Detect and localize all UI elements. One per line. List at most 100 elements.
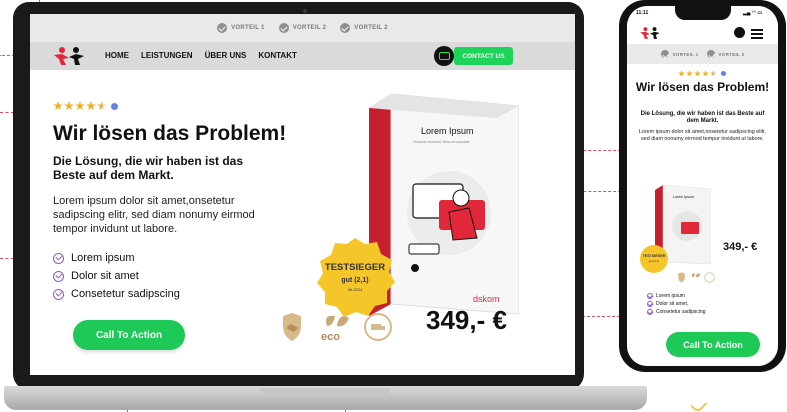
benefit-item: VORTEIL 2 — [706, 50, 745, 58]
benefits-bar: VORTEIL 1 VORTEIL 2 VORTEIL 2 — [30, 14, 575, 42]
benefits-bar: VORTEIL 1 VORTEIL 2 — [627, 44, 778, 64]
logo-icon[interactable] — [52, 46, 86, 66]
decorative-check-icon — [690, 396, 708, 412]
check-icon — [647, 301, 653, 307]
check-icon — [647, 293, 653, 299]
list-item-label: Dolor sit amet — [71, 270, 139, 282]
hero-subtitle: Die Lösung, die wir haben ist das Beste … — [53, 154, 244, 182]
product-name: Lorem Ipsum — [673, 195, 694, 199]
list-item: Consetetur sadipscing — [53, 288, 180, 300]
benefit-item: VORTEIL 1 — [660, 50, 699, 58]
camera-dot — [303, 9, 307, 13]
eco-icon: eco — [321, 315, 349, 342]
call-to-action-button[interactable]: Call To Action — [73, 320, 185, 350]
seal-grade: gut (2,1) — [341, 277, 368, 284]
list-item-label: Consetetur sadipscing — [656, 309, 706, 315]
list-item: Lorem ipsum — [647, 293, 705, 299]
hero-title: Wir lösen das Problem! — [53, 122, 287, 145]
phone-nav — [627, 22, 778, 44]
star-icon — [75, 101, 85, 111]
annotation-line — [0, 258, 14, 259]
feature-list: Lorem ipsum Dolor sit amet, Consetetur s… — [647, 293, 705, 317]
check-icon — [647, 309, 653, 315]
star-icon — [694, 70, 701, 77]
free-shipping-icon — [364, 313, 392, 341]
star-icon — [53, 101, 63, 111]
check-icon — [706, 50, 715, 58]
contact-us-button[interactable]: CONTACT US — [454, 47, 513, 65]
list-item: Dolor sit amet — [53, 270, 180, 282]
check-icon — [53, 288, 64, 300]
benefit-label: VORTEIL 2 — [718, 51, 745, 57]
star-icon — [86, 101, 96, 111]
rating-stars — [53, 101, 118, 111]
benefit-label: VORTEIL 1 — [672, 51, 699, 57]
benefit-item: VORTEIL 2 — [340, 23, 388, 33]
mail-icon[interactable] — [734, 27, 745, 38]
seal-grade: gut (2,1) — [649, 259, 659, 263]
benefit-label: VORTEIL 2 — [292, 25, 327, 31]
star-icon — [686, 70, 693, 77]
product-tagline: Vivamus euismod, tellus at vulputate — [413, 140, 470, 144]
list-item-label: Lorem ipsum — [656, 293, 685, 299]
check-icon — [53, 252, 64, 264]
seal-title: TESTSIEGER — [325, 262, 385, 273]
list-item: Lorem ipsum — [53, 252, 180, 264]
star-icon — [64, 101, 74, 111]
benefit-item: VORTEIL 2 — [278, 23, 327, 33]
benefit-item: VORTEIL 1 — [217, 23, 265, 33]
nav-kontakt[interactable]: KONTAKT — [258, 51, 297, 60]
list-item-label: Dolor sit amet, — [656, 301, 689, 307]
seal-date: 06.2024 — [348, 287, 363, 292]
laptop-screen: VORTEIL 1 VORTEIL 2 VORTEIL 2 HOME LEIST… — [30, 14, 575, 375]
list-item-label: Lorem ipsum — [71, 252, 135, 264]
nav-ueber-uns[interactable]: ÜBER UNS — [205, 51, 247, 60]
svg-text:eco: eco — [321, 331, 340, 342]
handshake-icon — [678, 272, 685, 283]
half-star-icon — [97, 101, 107, 111]
test-winner-seal: TESTSIEGER gut (2,1) — [640, 245, 668, 273]
product-name: Lorem Ipsum — [421, 126, 474, 136]
nav-links: HOME LEISTUNGEN ÜBER UNS KONTAKT — [105, 51, 297, 60]
phone-screen: 11:11 ▂▄ ◠ ▭ VORTEIL 1 VORTEIL 2 Wir lös — [627, 6, 778, 366]
trust-icons: eco — [277, 312, 393, 342]
mail-icon[interactable] — [434, 46, 454, 66]
check-icon — [53, 270, 64, 282]
list-item-label: Consetetur sadipscing — [71, 288, 180, 300]
price-label: 349,- € — [723, 241, 758, 253]
envelope-icon — [438, 52, 450, 60]
star-icon — [678, 70, 685, 77]
seal-title: TESTSIEGER — [643, 254, 666, 258]
check-icon — [660, 50, 669, 58]
hero-title: Wir lösen das Problem! — [635, 80, 770, 94]
handshake-icon — [283, 313, 301, 341]
laptop-hinge — [260, 388, 390, 394]
hero-body: Lorem ipsum dolor sit amet,onsetetur sad… — [53, 195, 255, 235]
logo-icon[interactable] — [639, 26, 661, 40]
verified-icon — [721, 71, 726, 76]
check-icon — [217, 23, 228, 33]
list-item: Consetetur sadipscing — [647, 309, 705, 315]
main-nav: HOME LEISTUNGEN ÜBER UNS KONTAKT CONTACT… — [30, 42, 575, 70]
hero-subtitle: Die Lösung, die wir haben ist das Beste … — [640, 111, 765, 124]
nav-leistungen[interactable]: LEISTUNGEN — [141, 51, 193, 60]
status-time: 11:11 — [636, 10, 649, 16]
status-icons: ▂▄ ◠ ▭ — [743, 10, 763, 16]
feature-list: Lorem ipsum Dolor sit amet Consetetur sa… — [53, 252, 180, 306]
verified-icon — [111, 102, 118, 110]
nav-home[interactable]: HOME — [105, 51, 129, 60]
rating-stars — [678, 70, 726, 77]
check-icon — [278, 23, 289, 33]
annotation-line — [0, 112, 14, 113]
benefit-label: VORTEIL 1 — [231, 25, 265, 31]
star-icon — [702, 70, 709, 77]
free-shipping-icon — [704, 272, 715, 283]
call-to-action-button[interactable]: Call To Action — [666, 332, 760, 357]
half-star-icon — [710, 70, 717, 77]
mockup-stage: VORTEIL 1 VORTEIL 2 VORTEIL 2 HOME LEIST… — [0, 0, 787, 412]
hamburger-menu-icon[interactable] — [751, 29, 763, 41]
test-winner-seal: TESTSIEGER gut (2,1) 06.2024 — [317, 238, 395, 317]
check-icon — [340, 23, 351, 33]
trust-icons — [676, 272, 715, 283]
hero-body: Lorem ipsum dolor sit amet,onsetetur sad… — [638, 129, 767, 142]
